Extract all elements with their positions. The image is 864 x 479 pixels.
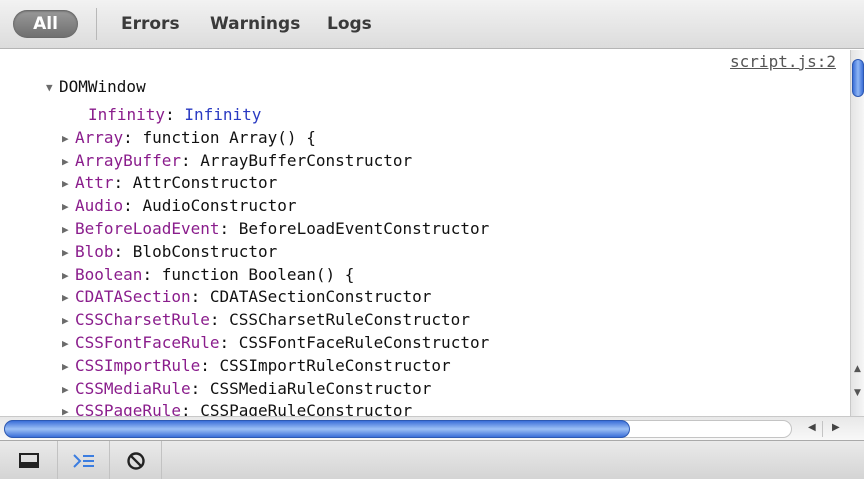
source-link[interactable]: script.js:2 — [730, 52, 836, 71]
disclosure-open-icon[interactable]: ▼ — [46, 81, 59, 94]
property-separator: : — [200, 355, 220, 375]
filter-logs-button[interactable]: Logs — [327, 12, 372, 36]
property-separator: : — [113, 241, 133, 261]
property-value: ArrayBufferConstructor — [200, 150, 413, 170]
property-key: Audio — [75, 196, 124, 216]
console-prompt-icon — [72, 453, 94, 468]
property-value: AttrConstructor — [132, 173, 278, 193]
property-separator: : — [209, 310, 230, 330]
property-list: Infinity: Infinity ▶ Array: function Array… — [62, 104, 489, 416]
bottom-toolbar — [0, 440, 864, 479]
disclosure-closed-icon[interactable]: ▶ — [62, 356, 75, 379]
property-key: Attr — [75, 173, 114, 193]
property-key: CSSMediaRule — [75, 378, 191, 398]
root-object-label: DOMWindow — [59, 77, 146, 96]
property-value: Infinity — [184, 105, 262, 124]
scroll-left-arrow-icon[interactable]: ◀ — [808, 422, 816, 433]
property-value: CSSImportRuleConstructor — [219, 355, 451, 375]
horizontal-scroll-thumb[interactable] — [4, 420, 630, 438]
property-row[interactable]: ▶ Blob: BlobConstructor — [62, 241, 489, 264]
property-row[interactable]: ▶ CSSFontFaceRule: CSSFontFaceRuleConstru… — [62, 332, 489, 355]
property-key: CSSFontFaceRule — [75, 332, 220, 352]
property-separator: : — [142, 264, 162, 284]
property-value: CSSCharsetRuleConstructor — [229, 310, 470, 330]
property-separator: : — [190, 287, 210, 307]
property-key: CSSCharsetRule — [75, 310, 210, 330]
property-key: CSSPageRule — [75, 401, 181, 416]
property-row[interactable]: Infinity: Infinity — [62, 104, 489, 127]
disclosure-closed-icon[interactable]: ▶ — [62, 265, 75, 288]
scroll-up-arrow-icon[interactable]: ▲ — [854, 364, 861, 374]
property-row[interactable]: ▶ ArrayBuffer: ArrayBufferConstructor — [62, 150, 489, 173]
filter-all-button[interactable]: All — [13, 10, 78, 38]
property-row[interactable]: ▶ Array: function Array() { — [62, 127, 489, 150]
property-value: CSSMediaRuleConstructor — [209, 378, 432, 398]
filter-bar: All Errors Warnings Logs — [0, 0, 864, 49]
disclosure-closed-icon[interactable]: ▶ — [62, 196, 75, 219]
property-value: CDATASectionConstructor — [209, 287, 432, 307]
console-toggle-button[interactable] — [58, 441, 110, 479]
property-row[interactable]: ▶ BeforeLoadEvent: BeforeLoadEventConstru… — [62, 218, 489, 241]
disclosure-closed-icon[interactable]: ▶ — [62, 242, 75, 265]
disclosure-closed-icon[interactable]: ▶ — [62, 128, 75, 151]
scroll-arrow-divider — [822, 421, 823, 437]
property-row[interactable]: ▶ Boolean: function Boolean() { — [62, 264, 489, 287]
disclosure-closed-icon[interactable]: ▶ — [62, 333, 75, 356]
filter-divider — [96, 8, 97, 40]
console-output: script.js:2 ▼ DOMWindow Infinity: Infinit… — [0, 50, 850, 416]
property-separator: : — [113, 173, 133, 193]
property-separator: : — [165, 105, 185, 124]
vertical-scrollbar[interactable]: ▲ ▼ — [850, 50, 864, 416]
property-value: function Array() { — [142, 127, 316, 147]
property-row[interactable]: ▶ CSSCharsetRule: CSSCharsetRuleConstruct… — [62, 309, 489, 332]
filter-errors-button[interactable]: Errors — [121, 12, 180, 36]
property-key: BeforeLoadEvent — [75, 218, 220, 238]
vertical-scroll-thumb[interactable] — [852, 59, 864, 97]
dock-window-icon — [18, 452, 39, 468]
property-value: function Boolean() { — [161, 264, 355, 284]
scroll-right-arrow-icon[interactable]: ▶ — [832, 422, 840, 433]
disclosure-closed-icon[interactable]: ▶ — [62, 401, 75, 416]
property-value: BeforeLoadEventConstructor — [238, 218, 490, 238]
property-key: CSSImportRule — [75, 355, 201, 375]
horizontal-scrollbar[interactable]: ◀ ▶ — [0, 416, 864, 440]
property-separator: : — [219, 218, 239, 238]
clear-console-icon — [126, 451, 145, 470]
disclosure-closed-icon[interactable]: ▶ — [62, 219, 75, 242]
property-key: Blob — [75, 241, 114, 261]
filter-warnings-button[interactable]: Warnings — [210, 12, 300, 36]
property-value: BlobConstructor — [132, 241, 278, 261]
property-key: ArrayBuffer — [75, 150, 181, 170]
property-row[interactable]: ▶ Attr: AttrConstructor — [62, 172, 489, 195]
root-object-row[interactable]: ▼ DOMWindow — [46, 77, 146, 96]
property-row[interactable]: ▶ CSSMediaRule: CSSMediaRuleConstructor — [62, 378, 489, 401]
property-separator: : — [190, 378, 210, 398]
disclosure-closed-icon[interactable]: ▶ — [62, 379, 75, 402]
clear-console-button[interactable] — [110, 441, 162, 479]
property-row[interactable]: ▶ Audio: AudioConstructor — [62, 195, 489, 218]
property-row[interactable]: ▶ CSSImportRule: CSSImportRuleConstructor — [62, 355, 489, 378]
property-separator: : — [180, 401, 201, 416]
property-value: AudioConstructor — [142, 196, 297, 216]
property-value: CSSFontFaceRuleConstructor — [238, 332, 490, 352]
property-separator: : — [123, 196, 143, 216]
property-separator: : — [180, 150, 201, 170]
dock-window-button[interactable] — [0, 441, 58, 479]
property-row[interactable]: ▶ CSSPageRule: CSSPageRuleConstructor — [62, 400, 489, 416]
scroll-down-arrow-icon[interactable]: ▼ — [854, 388, 861, 398]
disclosure-closed-icon[interactable]: ▶ — [62, 310, 75, 333]
property-key: Infinity — [88, 105, 166, 124]
property-key: Array — [75, 127, 124, 147]
property-row[interactable]: ▶ CDATASection: CDATASectionConstructor — [62, 286, 489, 309]
property-separator: : — [219, 332, 239, 352]
property-key: Boolean — [75, 264, 143, 284]
disclosure-closed-icon[interactable]: ▶ — [62, 173, 75, 196]
property-key: CDATASection — [75, 287, 191, 307]
property-separator: : — [123, 127, 143, 147]
disclosure-closed-icon[interactable]: ▶ — [62, 151, 75, 174]
property-value: CSSPageRuleConstructor — [200, 401, 413, 416]
disclosure-closed-icon[interactable]: ▶ — [62, 287, 75, 310]
